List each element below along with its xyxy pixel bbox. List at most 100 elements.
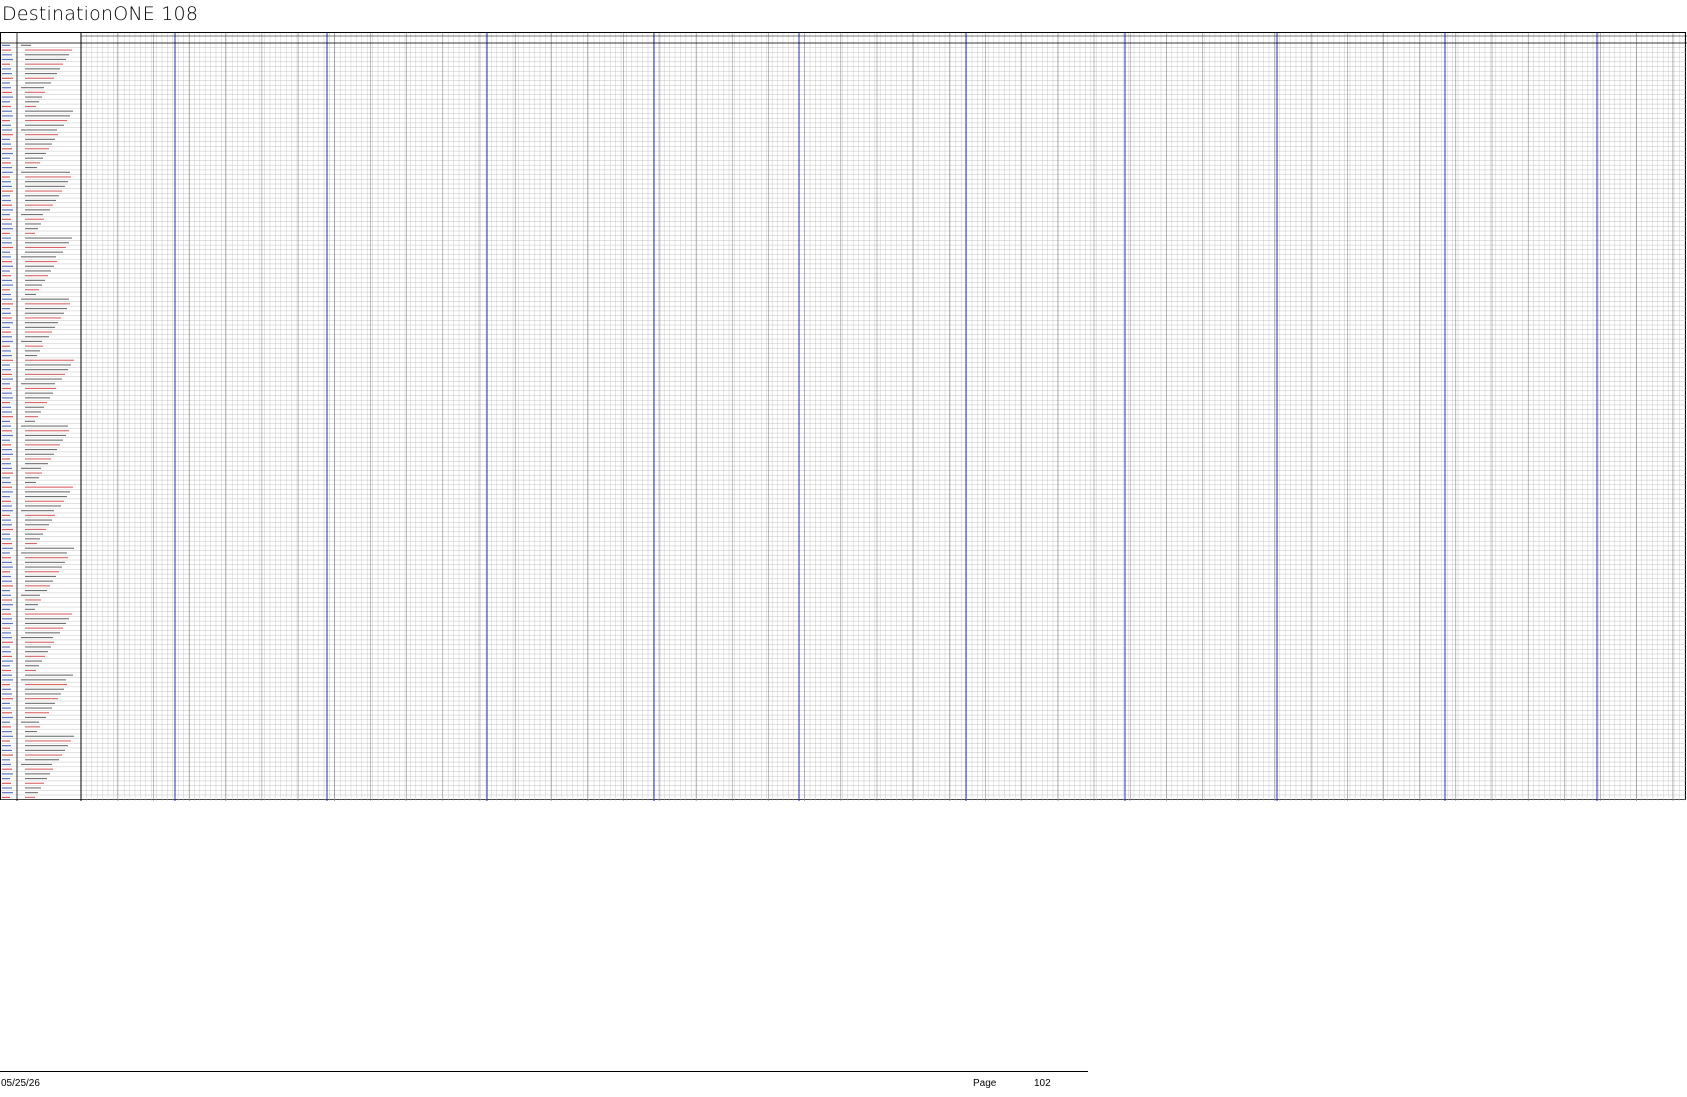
row-label-mark xyxy=(25,449,57,451)
row-label-mark xyxy=(25,237,72,239)
row-code-mark xyxy=(2,298,12,300)
row-label-mark xyxy=(25,618,69,620)
row-label-mark xyxy=(25,608,35,610)
row-code-mark xyxy=(2,627,10,629)
row-code-mark xyxy=(2,152,13,155)
row-label-mark xyxy=(25,599,41,601)
row-code-mark xyxy=(2,580,12,582)
row-label-mark xyxy=(25,712,49,714)
row-label-mark xyxy=(25,665,39,667)
row-code-mark xyxy=(2,204,12,206)
row-code-mark xyxy=(2,383,10,385)
row-label-mark xyxy=(25,96,42,98)
row-label-mark xyxy=(21,763,52,765)
row-label-mark xyxy=(25,392,53,394)
row-label-mark xyxy=(25,749,65,751)
row-code-mark xyxy=(2,355,12,357)
footer-date: 05/25/26 xyxy=(1,1078,40,1089)
row-label-mark xyxy=(25,289,39,291)
row-label-mark xyxy=(25,152,46,154)
row-code-mark xyxy=(2,533,10,535)
row-code-mark xyxy=(2,406,11,408)
row-label-mark xyxy=(25,477,39,479)
row-code-mark xyxy=(2,58,13,61)
row-label-mark xyxy=(25,167,37,169)
row-label-mark xyxy=(25,124,64,126)
row-code-mark xyxy=(2,392,12,394)
row-label-mark xyxy=(25,143,52,145)
row-label-mark xyxy=(25,514,55,516)
row-code-mark xyxy=(2,115,13,117)
row-label-mark xyxy=(25,251,63,253)
row-code-mark xyxy=(2,773,13,775)
row-code-mark xyxy=(2,275,11,277)
row-label-mark xyxy=(21,679,66,681)
row-label-mark xyxy=(25,655,45,657)
row-label-mark xyxy=(25,707,52,709)
row-label-mark xyxy=(25,58,66,60)
row-code-mark xyxy=(2,768,12,770)
row-label-mark xyxy=(25,54,69,56)
row-code-mark xyxy=(2,481,11,484)
row-label-mark xyxy=(25,543,37,545)
row-label-mark xyxy=(21,44,31,46)
row-label-mark xyxy=(25,110,73,112)
row-label-mark xyxy=(25,115,70,117)
row-code-mark xyxy=(2,359,13,361)
row-code-mark xyxy=(2,434,13,437)
row-label-mark xyxy=(25,218,44,220)
row-code-mark xyxy=(2,420,10,422)
row-code-mark xyxy=(2,232,10,234)
row-label-mark xyxy=(25,406,44,408)
row-label-mark xyxy=(25,138,55,140)
row-code-mark xyxy=(2,378,13,380)
row-code-mark xyxy=(2,402,10,404)
row-code-mark xyxy=(2,195,10,197)
row-label-mark xyxy=(21,171,70,173)
row-code-mark xyxy=(2,73,12,75)
row-code-mark xyxy=(2,519,11,521)
row-code-mark xyxy=(2,726,11,728)
row-label-mark xyxy=(21,721,39,723)
row-code-mark xyxy=(2,148,12,150)
row-label-mark xyxy=(25,209,50,211)
row-code-mark xyxy=(2,336,12,338)
row-label-mark xyxy=(25,547,74,549)
row-label-mark xyxy=(25,373,65,375)
row-code-mark xyxy=(2,547,13,549)
row-label-mark xyxy=(25,458,51,460)
row-label-mark xyxy=(25,411,41,413)
row-code-mark xyxy=(2,312,11,314)
row-label-mark xyxy=(25,463,48,465)
row-code-mark xyxy=(2,698,13,700)
row-label-mark xyxy=(25,735,74,737)
row-code-mark xyxy=(2,96,13,98)
row-code-mark xyxy=(2,317,12,319)
row-label-mark xyxy=(25,505,61,507)
row-label-mark xyxy=(21,510,54,512)
row-label-mark xyxy=(21,637,53,639)
row-code-mark xyxy=(2,778,10,780)
row-label-mark xyxy=(25,270,51,272)
row-label-mark xyxy=(21,340,42,342)
row-code-mark xyxy=(2,458,10,460)
row-code-mark xyxy=(2,209,13,211)
row-code-mark xyxy=(2,143,11,145)
row-code-mark xyxy=(2,279,12,281)
row-code-mark xyxy=(2,162,11,164)
row-label-mark xyxy=(25,528,46,530)
row-code-mark xyxy=(2,199,11,202)
row-label-mark xyxy=(25,181,68,183)
row-code-mark xyxy=(2,345,10,347)
row-label-mark xyxy=(25,768,53,770)
row-code-mark xyxy=(2,740,10,742)
row-label-mark xyxy=(25,745,68,747)
row-label-mark xyxy=(25,317,61,319)
row-code-mark xyxy=(2,284,13,286)
row-label-mark xyxy=(21,214,43,216)
row-label-mark xyxy=(25,91,45,93)
row-label-mark xyxy=(25,702,55,704)
row-label-mark xyxy=(21,467,41,469)
row-label-mark xyxy=(25,754,62,756)
row-code-mark xyxy=(2,261,12,263)
